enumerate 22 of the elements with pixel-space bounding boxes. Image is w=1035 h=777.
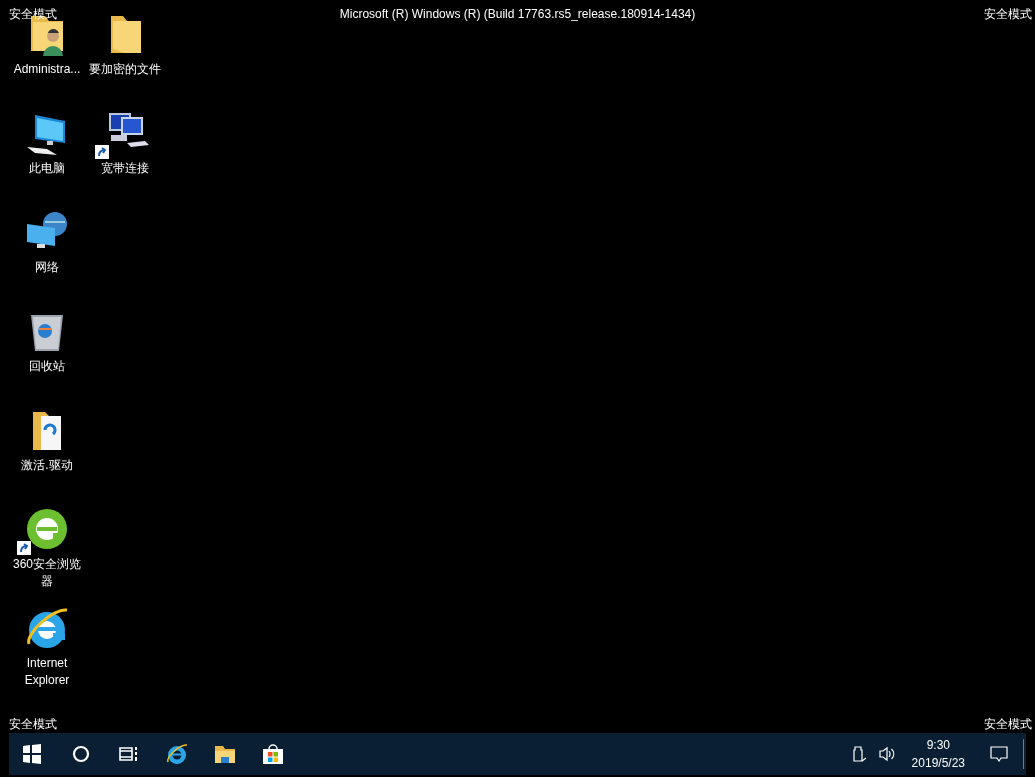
desktop-icon-label[interactable]: 回收站 [9,358,85,375]
safe-mode-label: 安全模式 [984,6,1032,23]
safe-mode-label: 安全模式 [984,716,1032,733]
shortcut-arrow-icon [95,145,109,159]
usb-drive-icon[interactable] [851,745,868,763]
desktop-icon-label[interactable]: 宽带连接 [87,160,163,177]
desktop-icon-label[interactable]: 激活.驱动 [9,457,85,474]
clock-time[interactable]: 9:30 [926,736,950,754]
safe-mode-label: 安全模式 [9,716,57,733]
desktop-icon-label[interactable]: Administra... [9,61,85,78]
desktop-icon-label[interactable]: 360安全浏览器 [9,556,85,590]
screen-title: Microsoft (R) Windows (R) (Build 17763.rs5_release.180914-1434) [339,6,696,23]
desktop-icon-label[interactable]: 要加密的文件 [87,61,163,78]
shortcut-arrow-icon [17,541,31,555]
desktop-icon-label[interactable]: 此电脑 [9,160,85,177]
shopping-bag-icon [261,742,285,766]
speaker-icon[interactable] [877,746,896,762]
clock-date[interactable]: 2019/5/23 [911,754,965,772]
ie-e-icon [165,742,189,766]
message-icon [990,745,1008,763]
desktop-icon-label[interactable]: 网络 [9,259,85,276]
desktop-icon-label[interactable]: Internet Explorer [9,655,85,689]
